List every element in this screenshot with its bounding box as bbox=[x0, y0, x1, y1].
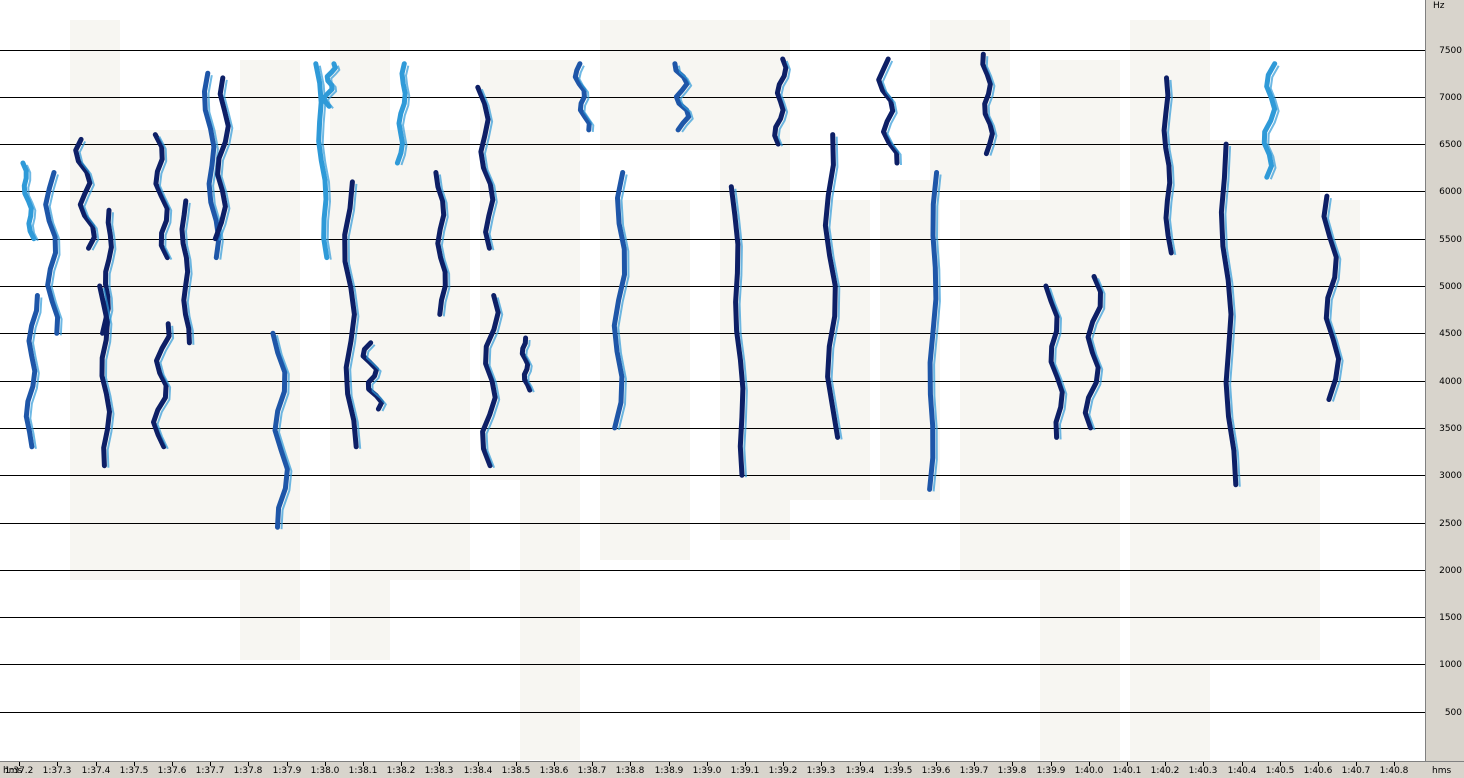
time-tick-label: 1:37.9 bbox=[272, 766, 302, 776]
time-tick-label: 1:40.0 bbox=[1074, 766, 1104, 776]
time-tick-label: 1:37.4 bbox=[81, 766, 111, 776]
noise-patch bbox=[380, 130, 470, 580]
time-tick-label: 1:40.2 bbox=[1150, 766, 1180, 776]
time-tick-label: 1:39.4 bbox=[845, 766, 875, 776]
time-tick-label: 1:37.7 bbox=[195, 766, 225, 776]
time-tick-label: 1:40.7 bbox=[1341, 766, 1371, 776]
noise-patch bbox=[1040, 60, 1120, 760]
time-tick-label: 1:37.6 bbox=[157, 766, 187, 776]
time-tick-label: 1:39.6 bbox=[921, 766, 951, 776]
time-tick-label: 1:39.7 bbox=[959, 766, 989, 776]
time-tick-label: 1:40.1 bbox=[1112, 766, 1142, 776]
time-tick-label: 1:40.8 bbox=[1379, 766, 1409, 776]
noise-patch bbox=[1130, 20, 1210, 760]
frequency-tick-label: 2000 bbox=[1439, 565, 1462, 576]
frequency-tick-label: 5000 bbox=[1439, 281, 1462, 292]
time-tick-label: 1:39.2 bbox=[768, 766, 798, 776]
time-tick-label: 1:38.7 bbox=[577, 766, 607, 776]
time-unit-label-right: hms bbox=[1432, 766, 1452, 776]
frequency-tick-label: 500 bbox=[1444, 707, 1462, 718]
time-tick-label: 1:38.9 bbox=[654, 766, 684, 776]
frequency-unit-label: Hz bbox=[1433, 1, 1445, 11]
spectrogram-window: Hz 7500 7000 6500 6000 5500 5000 4500 4000 3500 3… bbox=[0, 0, 1464, 778]
time-tick-label: 1:40.5 bbox=[1265, 766, 1295, 776]
frequency-tick-label: 7500 bbox=[1439, 45, 1462, 56]
time-tick-label: 1:40.6 bbox=[1303, 766, 1333, 776]
frequency-tick-label: 1500 bbox=[1439, 612, 1462, 623]
frequency-tick-label: 7000 bbox=[1439, 92, 1462, 103]
frequency-tick-label: 2500 bbox=[1439, 518, 1462, 529]
time-tick-label: 1:39.1 bbox=[730, 766, 760, 776]
time-tick-label: 1:40.4 bbox=[1227, 766, 1257, 776]
time-tick-label: 1:39.5 bbox=[883, 766, 913, 776]
time-tick-label: 1:39.3 bbox=[806, 766, 836, 776]
time-tick-label: 1:38.6 bbox=[539, 766, 569, 776]
frequency-tick-label: 5500 bbox=[1439, 234, 1462, 245]
time-tick-label: 1:37.8 bbox=[233, 766, 263, 776]
noise-patch bbox=[600, 200, 690, 560]
frequency-tick-label: 6000 bbox=[1439, 186, 1462, 197]
time-tick-label: 1:38.5 bbox=[501, 766, 531, 776]
time-tick-label: 1:40.3 bbox=[1188, 766, 1218, 776]
time-tick-label: 1:39.8 bbox=[997, 766, 1027, 776]
time-tick-label: 1:38.4 bbox=[463, 766, 493, 776]
frequency-tick-label: 1000 bbox=[1439, 659, 1462, 670]
time-tick-label: 1:38.8 bbox=[615, 766, 645, 776]
time-tick-label: 1:39.9 bbox=[1036, 766, 1066, 776]
time-tick-label: 1:38.3 bbox=[424, 766, 454, 776]
spectrogram-plot[interactable] bbox=[0, 0, 1425, 761]
time-tick-label: 1:39.0 bbox=[692, 766, 722, 776]
noise-patch bbox=[600, 20, 720, 150]
frequency-axis: Hz 7500 7000 6500 6000 5500 5000 4500 4000 3500 3… bbox=[1425, 0, 1464, 761]
frequency-tick-label: 3000 bbox=[1439, 470, 1462, 481]
noise-patch bbox=[520, 60, 580, 760]
time-tick-label: 1:37.3 bbox=[42, 766, 72, 776]
time-tick-label: 1:38.0 bbox=[310, 766, 340, 776]
time-tick-label: 1:37.2 bbox=[4, 766, 34, 776]
frequency-tick-label: 3500 bbox=[1439, 423, 1462, 434]
frequency-tick-label: 6500 bbox=[1439, 139, 1462, 150]
spectrogram-canvas[interactable] bbox=[0, 0, 1425, 761]
frequency-tick-label: 4000 bbox=[1439, 376, 1462, 387]
frequency-tick-label: 4500 bbox=[1439, 328, 1462, 339]
time-tick-label: 1:37.5 bbox=[119, 766, 149, 776]
time-axis[interactable]: hms hms 1:37.2 1:37.3 1:37.4 1:37.5 1:37.6 1:… bbox=[0, 761, 1464, 778]
noise-patch bbox=[930, 20, 1010, 190]
time-tick-label: 1:38.2 bbox=[386, 766, 416, 776]
time-tick-label: 1:38.1 bbox=[348, 766, 378, 776]
